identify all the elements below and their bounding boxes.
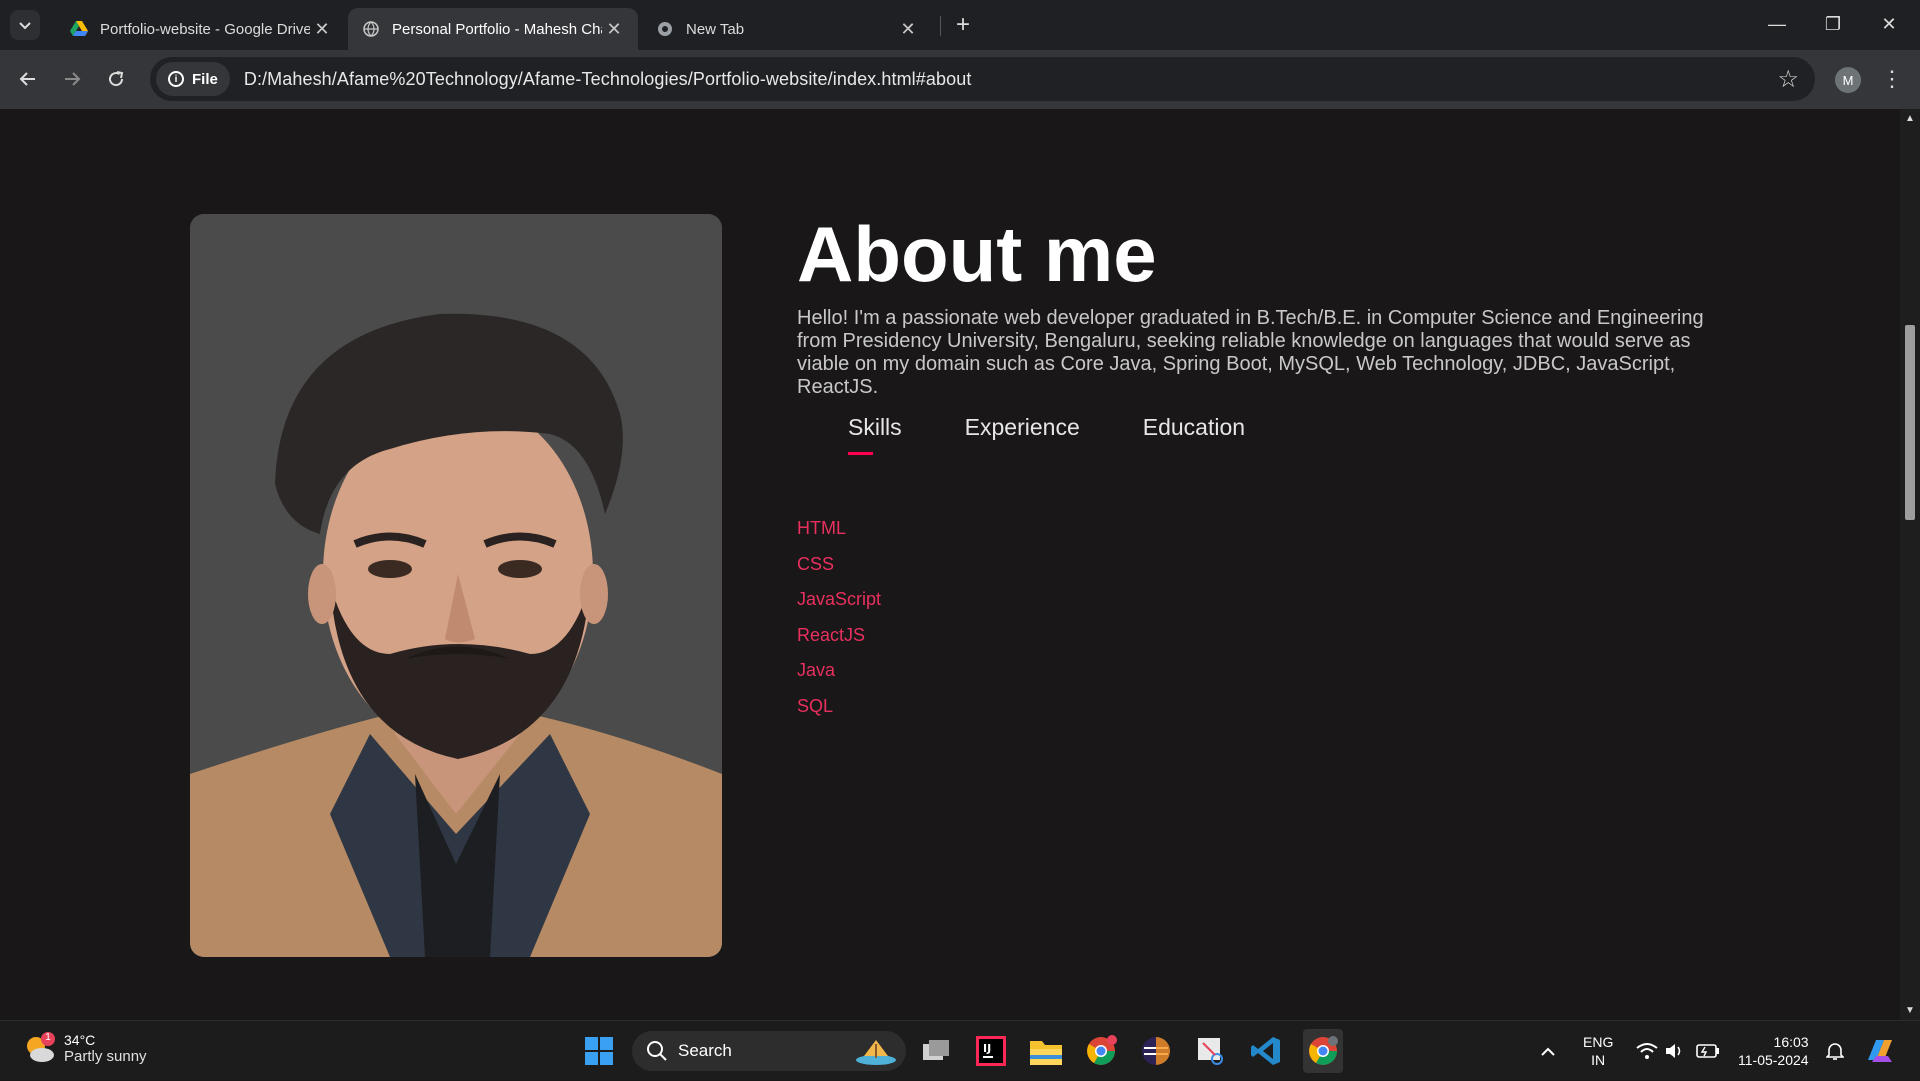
weather-widget[interactable]: 1 34°C Partly sunny <box>22 1031 147 1065</box>
tab-title: Personal Portfolio - Mahesh Chandra <box>392 20 602 38</box>
scroll-down-arrow-icon[interactable]: ▼ <box>1900 1005 1920 1016</box>
language-indicator[interactable]: ENG IN <box>1583 1021 1613 1081</box>
about-tabs: Skills Experience Education <box>848 414 1308 455</box>
webpage: About me Hello! I'm a passionate web dev… <box>0 109 1900 1020</box>
windows-start-icon[interactable] <box>581 1033 617 1069</box>
tab-experience[interactable]: Experience <box>965 414 1080 441</box>
show-hidden-icons-button[interactable] <box>1540 1021 1556 1081</box>
weather-temperature: 34°C <box>64 1031 96 1048</box>
browser-toolbar: i File D:/Mahesh/Afame%20Technology/Afam… <box>0 50 1920 109</box>
svg-text:IJ: IJ <box>983 1042 991 1055</box>
clock[interactable]: 16:03 11-05-2024 <box>1738 1021 1809 1081</box>
about-intro: Hello! I'm a passionate web developer gr… <box>797 307 1704 398</box>
about-heading: About me <box>797 210 1157 298</box>
chip-label: File <box>192 70 218 88</box>
eclipse-icon[interactable] <box>1138 1033 1174 1069</box>
close-tab-icon[interactable]: ✕ <box>312 19 332 40</box>
weather-badge: 1 <box>45 1032 51 1043</box>
address-bar[interactable]: i File D:/Mahesh/Afame%20Technology/Afam… <box>150 57 1815 101</box>
tab-separator <box>940 16 941 36</box>
tab-title: Portfolio-website - Google Drive <box>100 20 310 38</box>
minimize-button[interactable]: — <box>1754 8 1800 40</box>
reload-icon <box>109 71 124 87</box>
chrome-active-icon[interactable] <box>1303 1029 1343 1073</box>
language-code: ENG <box>1583 1034 1614 1050</box>
vscode-icon[interactable] <box>1248 1033 1284 1069</box>
close-tab-icon[interactable]: ✕ <box>898 19 918 40</box>
clock-time: 16:03 <box>1773 1034 1809 1050</box>
notification-bell-icon[interactable] <box>1826 1021 1844 1081</box>
profile-photo <box>190 214 722 957</box>
volume-icon[interactable] <box>1665 1021 1685 1081</box>
url-text[interactable]: D:/Mahesh/Afame%20Technology/Afame-Techn… <box>244 69 972 90</box>
skill-item: Java <box>797 660 836 680</box>
reload-button[interactable] <box>100 63 132 95</box>
new-tab-button[interactable]: + <box>950 11 976 38</box>
tab-search-button[interactable] <box>10 10 40 40</box>
task-view-icon[interactable] <box>918 1033 954 1069</box>
chrome-profile-icon[interactable] <box>1083 1033 1119 1069</box>
about-section: About me Hello! I'm a passionate web dev… <box>797 215 1717 399</box>
region-code: IN <box>1591 1052 1606 1068</box>
chevron-up-icon <box>1541 1047 1555 1056</box>
scroll-up-arrow-icon[interactable]: ▲ <box>1900 113 1920 124</box>
file-explorer-icon[interactable] <box>1028 1033 1064 1069</box>
taskbar: 1 34°C Partly sunny Search IJ ENG IN 16:… <box>0 1020 1920 1080</box>
weather-sun-cloud-icon: 1 <box>22 1031 56 1065</box>
tab-education[interactable]: Education <box>1143 414 1245 441</box>
weather-condition: Partly sunny <box>64 1047 147 1065</box>
restore-button[interactable]: ❐ <box>1810 8 1856 40</box>
bookmark-star-icon[interactable]: ☆ <box>1777 65 1799 94</box>
skill-item: SQL <box>797 695 834 716</box>
back-button[interactable] <box>12 63 44 95</box>
more-menu-icon[interactable]: ⋮ <box>1880 63 1904 95</box>
search-icon <box>647 1041 667 1061</box>
skills-list: HTML CSS JavaScript ReactJS Java SQL <box>797 518 881 731</box>
info-icon: i <box>168 71 184 87</box>
profile-avatar[interactable]: M <box>1835 67 1861 93</box>
tab-personal-portfolio[interactable]: Personal Portfolio - Mahesh Chandra ✕ <box>348 8 638 50</box>
search-highlight-icon <box>856 1040 896 1065</box>
google-drive-icon <box>70 20 88 38</box>
skill-item: HTML <box>797 518 846 538</box>
clock-date: 11-05-2024 <box>1738 1052 1809 1068</box>
close-window-button[interactable]: ✕ <box>1866 8 1912 40</box>
tab-new-tab[interactable]: New Tab ✕ <box>642 8 932 50</box>
page-scrollbar[interactable]: ▲ ▼ <box>1900 109 1920 1020</box>
scrollbar-thumb[interactable] <box>1905 325 1915 520</box>
tab-strip: Portfolio-website - Google Drive ✕ Perso… <box>0 0 1920 50</box>
site-info-chip[interactable]: i File <box>156 62 230 96</box>
taskbar-search[interactable]: Search <box>632 1031 906 1071</box>
skill-item: ReactJS <box>797 624 866 645</box>
chrome-icon <box>656 20 674 38</box>
tab-title: New Tab <box>686 20 745 38</box>
wifi-icon[interactable] <box>1636 1021 1658 1081</box>
battery-icon[interactable] <box>1696 1021 1720 1081</box>
arrow-right-icon <box>65 72 81 86</box>
copilot-icon[interactable] <box>1864 1021 1896 1081</box>
intellij-icon[interactable]: IJ <box>973 1033 1009 1069</box>
chevron-down-icon <box>19 22 31 30</box>
search-label: Search <box>678 1041 732 1060</box>
arrow-left-icon <box>19 72 35 86</box>
skill-item: CSS <box>797 553 835 574</box>
snipping-tool-icon[interactable] <box>1193 1033 1229 1069</box>
close-tab-icon[interactable]: ✕ <box>604 19 624 40</box>
tab-google-drive[interactable]: Portfolio-website - Google Drive ✕ <box>56 8 346 50</box>
globe-icon <box>362 20 380 38</box>
forward-button[interactable] <box>56 63 88 95</box>
skill-item: JavaScript <box>797 589 882 609</box>
tab-skills[interactable]: Skills <box>848 414 902 455</box>
